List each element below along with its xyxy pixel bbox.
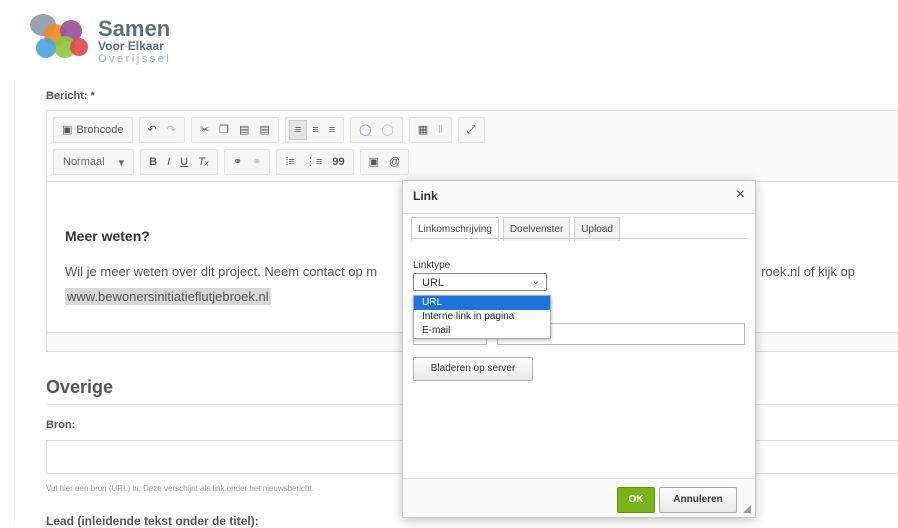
dialog-title: Link (413, 189, 438, 203)
align-left-icon[interactable]: ≡ (288, 120, 308, 140)
toolbar-group-comment: ◯ ◯ (350, 117, 403, 143)
resize-handle[interactable] (743, 505, 751, 513)
remove-format-icon[interactable]: Tₓ (193, 151, 214, 173)
bold-button[interactable]: B (144, 151, 162, 173)
toolbar-group-source: ▣ Broncode (53, 117, 133, 143)
image-icon[interactable]: ▣ (364, 151, 384, 173)
columns-icon[interactable]: ‖ (433, 119, 448, 141)
editor-toolbar-row-2: Normaal ▾ B I U Tₓ ⚭ ⚭ ⁞≡ ⋮≡ 99 ▣ @ (53, 149, 415, 175)
paste-icon[interactable]: ▤ (234, 119, 254, 141)
toolbar-group-align: ≡ ≡ ≡ (284, 117, 345, 143)
site-logo[interactable]: Samen Voor Elkaar Overijssel (24, 8, 184, 66)
maximize-icon[interactable]: ⤢ (462, 119, 481, 141)
content-paragraph-start: Wil je meer weten over dit project. Neem… (65, 264, 378, 279)
format-combo-inner: Normaal ▾ (57, 156, 130, 169)
logo-line-overijssel: Overijssel (98, 53, 172, 65)
italic-button[interactable]: I (162, 151, 175, 173)
linktype-label: Linktype (413, 260, 451, 271)
email-link-button[interactable]: @ (384, 151, 405, 173)
editor-toolbar-row-1: ▣ Broncode ↶ ↷ ✂ ❐ ▤ ▤ ≡ ≡ ≡ ◯ ◯ ▦ ‖ ⤢ (53, 117, 491, 143)
source-button-label: Broncode (76, 124, 124, 136)
logo-line-samen: Samen (98, 16, 171, 41)
content-heading: Meer weten? (65, 228, 150, 244)
content-paragraph-end: roek.nl of kijk op (761, 264, 855, 279)
browse-server-button[interactable]: Bladeren op server (413, 357, 533, 381)
align-right-icon[interactable]: ≡ (324, 119, 340, 141)
linktype-value: URL (422, 277, 445, 289)
logo-blob-red (70, 38, 88, 56)
align-center-icon[interactable]: ≡ (307, 119, 323, 141)
linktype-option-url[interactable]: URL (414, 296, 550, 310)
close-icon[interactable]: × (736, 186, 745, 204)
logo-text: Samen Voor Elkaar Overijssel (98, 16, 172, 66)
overige-section-title: Overige (46, 377, 114, 397)
cancel-button[interactable]: Annuleren (659, 487, 737, 513)
toolbar-group-clipboard: ✂ ❐ ▤ ▤ (190, 117, 279, 143)
tab-divider (411, 238, 747, 239)
toolbar-group-lists: ⁞≡ ⋮≡ 99 (276, 149, 354, 175)
comment-icon[interactable]: ◯ (354, 119, 376, 141)
bron-label: Bron: (46, 419, 76, 431)
content-selected-link[interactable]: www.bewonersinitiatieflutjebroek.nl (65, 288, 271, 305)
link-dialog: Link × Linkomschrijving Doelvenster Uplo… (402, 180, 756, 518)
linktype-option-email[interactable]: E-mail (414, 324, 550, 338)
document-icon: ▣ (62, 124, 73, 136)
redo-icon[interactable]: ↷ (162, 119, 181, 141)
table-icon[interactable]: ▦ (413, 119, 433, 141)
bron-hint: Vul hier een bron (URL) in. Deze verschi… (46, 484, 314, 493)
paste-text-icon[interactable]: ▤ (254, 119, 274, 141)
linktype-options-list: URL Interne link in pagina E-mail (413, 295, 551, 339)
underline-button[interactable]: U (175, 151, 193, 173)
numbered-list-icon[interactable]: ⁞≡ (280, 151, 299, 173)
unlink-icon[interactable]: ⚭ (247, 151, 266, 173)
toolbar-group-table: ▦ ‖ (408, 117, 452, 143)
chevron-down-icon: ⌄ (531, 276, 540, 287)
linktype-option-anchor[interactable]: Interne link in pagina (414, 310, 550, 324)
lead-label: Lead (inleidende tekst onder de titel): (46, 514, 259, 528)
dialog-title-bar[interactable]: Link × (403, 181, 755, 214)
link-icon[interactable]: ⚭ (228, 151, 247, 173)
cut-icon[interactable]: ✂ (195, 119, 214, 141)
toolbar-group-media: ▣ @ (359, 149, 410, 175)
undo-icon[interactable]: ↶ (143, 119, 162, 141)
logo-blob-blue (36, 38, 56, 58)
copy-icon[interactable]: ❐ (214, 119, 234, 141)
toolbar-group-styles: B I U Tₓ (140, 149, 218, 175)
toolbar-group-maximize: ⤢ (457, 117, 485, 143)
bulleted-list-icon[interactable]: ⋮≡ (300, 151, 327, 173)
logo-line-voor-elkaar: Voor Elkaar (98, 39, 164, 53)
format-combo-label: Normaal (63, 155, 105, 168)
toolbar-group-links: ⚭ ⚭ (224, 149, 271, 175)
dialog-footer: OK Annuleren (403, 478, 755, 517)
bericht-label: Bericht: * (46, 90, 95, 102)
toolbar-group-history: ↶ ↷ (138, 117, 185, 143)
left-divider (14, 80, 15, 523)
linktype-select[interactable]: URL ⌄ (413, 273, 547, 291)
format-combo[interactable]: Normaal ▾ (53, 149, 135, 175)
comment-remove-icon[interactable]: ◯ (376, 119, 398, 141)
chevron-down-icon: ▾ (118, 156, 125, 169)
source-button[interactable]: ▣ Broncode (57, 119, 129, 141)
ok-button[interactable]: OK (617, 487, 655, 513)
blockquote-button[interactable]: 99 (327, 151, 349, 173)
